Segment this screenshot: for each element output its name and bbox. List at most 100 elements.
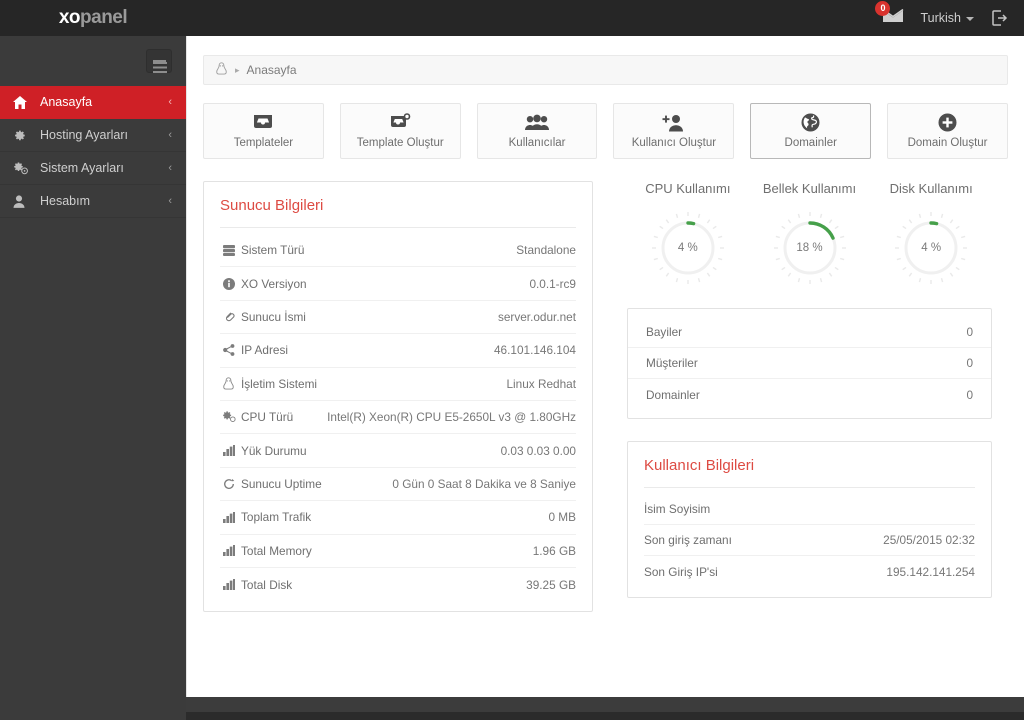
logout-icon[interactable]: [990, 9, 1008, 27]
user-icon: [13, 194, 31, 208]
row-label: IP Adresi: [241, 343, 288, 358]
chevron-left-icon: ‹: [168, 96, 172, 108]
sidebar-item-label: Hesabım: [40, 194, 91, 208]
gauge-value: 4 %: [921, 242, 942, 254]
row-label: İsim Soyisim: [644, 502, 711, 516]
quick-action-label: Domainler: [784, 137, 837, 149]
row-value: 25/05/2015 02:32: [883, 533, 975, 547]
row-label: Yük Durumu: [241, 443, 307, 458]
row-label: Sistem Türü: [241, 243, 305, 258]
row-label: Son Giriş IP'si: [644, 564, 718, 579]
dashboard-grid: Sunucu Bilgileri Sistem Türü Standalone: [203, 181, 1008, 613]
language-label: Turkish: [920, 11, 961, 25]
quick-action-templateler[interactable]: Templateler: [203, 103, 324, 159]
quick-action-label: Templateler: [233, 137, 294, 149]
table-row: Total Memory 1.96 GB: [220, 535, 576, 568]
table-row: Bayiler 0: [628, 317, 991, 348]
row-value: Intel(R) Xeon(R) CPU E5-2650L v3 @ 1.80G…: [327, 410, 576, 425]
inbox-plus-icon: [390, 113, 411, 132]
quick-action-domain-olustur[interactable]: Domain Oluştur: [887, 103, 1008, 159]
row-value: 1.96 GB: [532, 543, 576, 558]
sidebar-item-hosting-ayarlari[interactable]: Hosting Ayarları ‹: [0, 119, 186, 152]
row-value: 195.142.141.254: [886, 564, 975, 579]
quick-action-label: Domain Oluştur: [907, 137, 988, 149]
gauge-disk: Disk Kullanımı 4 %: [870, 181, 992, 286]
gauge-title: CPU Kullanımı: [645, 181, 731, 196]
gears-icon: [13, 162, 31, 175]
gauge-memory: Bellek Kullanımı 18 %: [749, 181, 871, 286]
table-row: İşletim Sistemi Linux Redhat: [220, 368, 576, 401]
gauge-dial: 4 %: [893, 210, 969, 286]
sidebar-toggle-button[interactable]: [146, 49, 172, 73]
sidebar-item-label: Sistem Ayarları: [40, 161, 124, 175]
chevron-left-icon: ‹: [168, 162, 172, 174]
breadcrumb-current: Anasayfa: [246, 63, 297, 77]
row-value: 0: [966, 325, 973, 339]
breadcrumb-separator: ▸: [235, 64, 240, 75]
stats-rows: Bayiler 0 Müşteriler 0 Domainler 0: [628, 309, 991, 418]
table-row: İsim Soyisim: [644, 494, 975, 525]
quick-action-domainler[interactable]: Domainler: [750, 103, 872, 159]
server-info-rows: Sistem Türü Standalone XO Versiyon 0.0.1…: [204, 228, 592, 611]
gauge-dial: 4 %: [650, 210, 726, 286]
quick-actions-row: Templateler Template Oluştur Kullanıcıla…: [203, 103, 1008, 159]
linux-tux-icon: [216, 62, 227, 78]
sidebar-item-sistem-ayarlari[interactable]: Sistem Ayarları ‹: [0, 152, 186, 185]
user-info-panel: Kullanıcı Bilgileri İsim Soyisim Son gir…: [627, 441, 992, 598]
left-column: Sunucu Bilgileri Sistem Türü Standalone: [203, 181, 593, 613]
table-row: Sunucu İsmi server.odur.net: [220, 301, 576, 335]
sidebar-item-anasayfa[interactable]: Anasayfa ‹: [0, 86, 186, 119]
brand-prefix: xo: [58, 7, 81, 28]
quick-action-kullanici-olustur[interactable]: Kullanıcı Oluştur: [613, 103, 735, 159]
chevron-left-icon: ‹: [168, 129, 172, 141]
server-info-panel: Sunucu Bilgileri Sistem Türü Standalone: [203, 181, 593, 613]
chevron-left-icon: ‹: [168, 195, 172, 207]
quick-action-label: Kullanıcı Oluştur: [631, 137, 717, 149]
messages-button[interactable]: 0: [875, 1, 904, 29]
gauge-title: Disk Kullanımı: [889, 181, 973, 196]
table-row: Sunucu Uptime 0 Gün 0 Saat 8 Dakika ve 8…: [220, 468, 576, 502]
row-label: Total Disk: [241, 577, 293, 592]
gauge-value: 4 %: [677, 242, 698, 254]
sidebar-item-label: Hosting Ayarları: [40, 128, 129, 142]
top-bar: xopanel 0 Turkish: [0, 0, 1024, 36]
home-icon: [13, 95, 31, 109]
table-row: CPU Türü Intel(R) Xeon(R) CPU E5-2650L v…: [220, 401, 576, 435]
row-value: 39.25 GB: [526, 577, 576, 592]
row-value: Standalone: [516, 243, 576, 258]
row-value: 0: [966, 356, 973, 370]
table-row: Toplam Trafik 0 MB: [220, 501, 576, 535]
row-value: 0: [966, 387, 973, 402]
refresh-icon: [220, 478, 237, 490]
brand-logo[interactable]: xopanel: [0, 0, 186, 36]
sidebar-item-label: Anasayfa: [40, 95, 93, 109]
row-label: Domainler: [646, 387, 700, 402]
row-label: CPU Türü: [241, 410, 294, 425]
table-row: Müşteriler 0: [628, 348, 991, 379]
gear-icon: [13, 129, 31, 142]
table-row: Sistem Türü Standalone: [220, 234, 576, 268]
panel-title: Kullanıcı Bilgileri: [644, 457, 755, 474]
linux-tux-icon: [220, 377, 237, 390]
sidebar-toggle-row: [0, 36, 186, 86]
quick-action-label: Template Oluştur: [356, 137, 444, 149]
user-plus-icon: [662, 113, 685, 132]
users-icon: [525, 113, 550, 132]
quick-action-template-olustur[interactable]: Template Oluştur: [339, 103, 461, 159]
language-selector[interactable]: Turkish: [920, 11, 974, 25]
info-circle-icon: [220, 277, 237, 290]
sidebar-item-hesabim[interactable]: Hesabım ‹: [0, 185, 186, 218]
quick-action-label: Kullanıcılar: [508, 137, 566, 149]
hamburger-menu-icon: [152, 60, 167, 73]
quick-action-kullanicilar[interactable]: Kullanıcılar: [476, 103, 598, 159]
globe-icon: [801, 113, 820, 132]
chevron-down-icon: [966, 17, 974, 21]
gauge-cpu: CPU Kullanımı 4 %: [627, 181, 749, 286]
inbox-icon: [253, 113, 273, 132]
usage-gauges: CPU Kullanımı 4 % Bellek Kullanımı 18 % …: [627, 181, 992, 286]
panel-title: Sunucu Bilgileri: [220, 197, 324, 214]
sidebar: Anasayfa ‹ Hosting Ayarları ‹ Sistem Aya…: [0, 36, 186, 720]
server-icon: [220, 244, 237, 256]
row-value: 0.0.1-rc9: [529, 276, 576, 291]
row-value: 46.101.146.104: [493, 343, 576, 358]
